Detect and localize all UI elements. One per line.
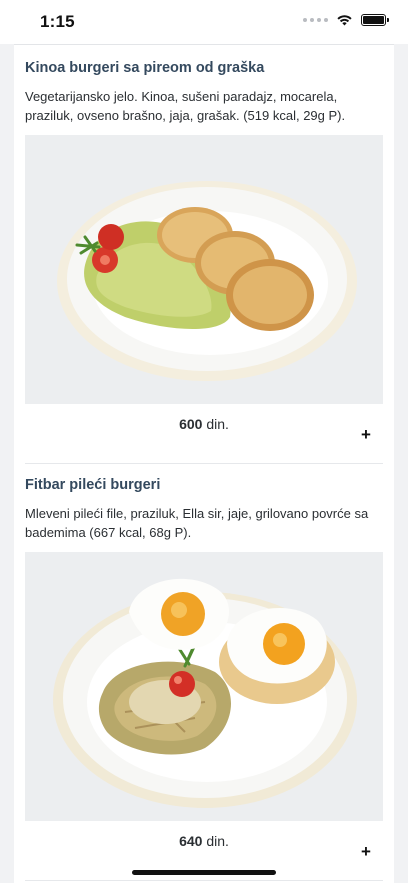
menu-item-description: Mleveni pileći file, praziluk, Ella sir,… <box>25 506 369 540</box>
divider <box>25 880 383 881</box>
dish-photo[interactable] <box>25 552 383 821</box>
status-bar: 1:15 <box>0 0 408 44</box>
plus-icon: + <box>361 425 371 444</box>
battery-icon <box>361 14 389 26</box>
price-currency: din. <box>206 416 229 432</box>
price-amount: 600 <box>179 416 203 432</box>
menu-item-title: Kinoa burgeri sa pireom od graška <box>25 60 265 76</box>
menu-item-card: Kinoa burgeri sa pireom od graška Vegeta… <box>25 59 383 464</box>
dish-photo[interactable] <box>25 135 383 404</box>
price-amount: 640 <box>179 833 203 849</box>
add-to-cart-button[interactable]: + <box>357 426 375 444</box>
price-label: 640 din. <box>25 833 383 849</box>
menu-list: Kinoa burgeri sa pireom od graška Vegeta… <box>14 44 394 883</box>
menu-item-description: Vegetarijansko jelo. Kinoa, sušeni parad… <box>25 89 346 123</box>
menu-item-title: Fitbar pileći burgeri <box>25 477 161 493</box>
price-currency: din. <box>206 833 229 849</box>
status-time: 1:15 <box>40 12 75 31</box>
divider <box>25 463 383 464</box>
home-indicator[interactable] <box>132 870 276 875</box>
plus-icon: + <box>361 842 371 861</box>
signal-dots-icon <box>303 18 328 22</box>
wifi-icon <box>337 15 352 26</box>
price-row: 600 din. + <box>25 404 383 464</box>
price-label: 600 din. <box>25 416 383 432</box>
status-icons <box>303 14 389 26</box>
menu-item-card: Fitbar pileći burgeri Mleveni pileći fil… <box>25 476 383 881</box>
add-to-cart-button[interactable]: + <box>357 843 375 861</box>
